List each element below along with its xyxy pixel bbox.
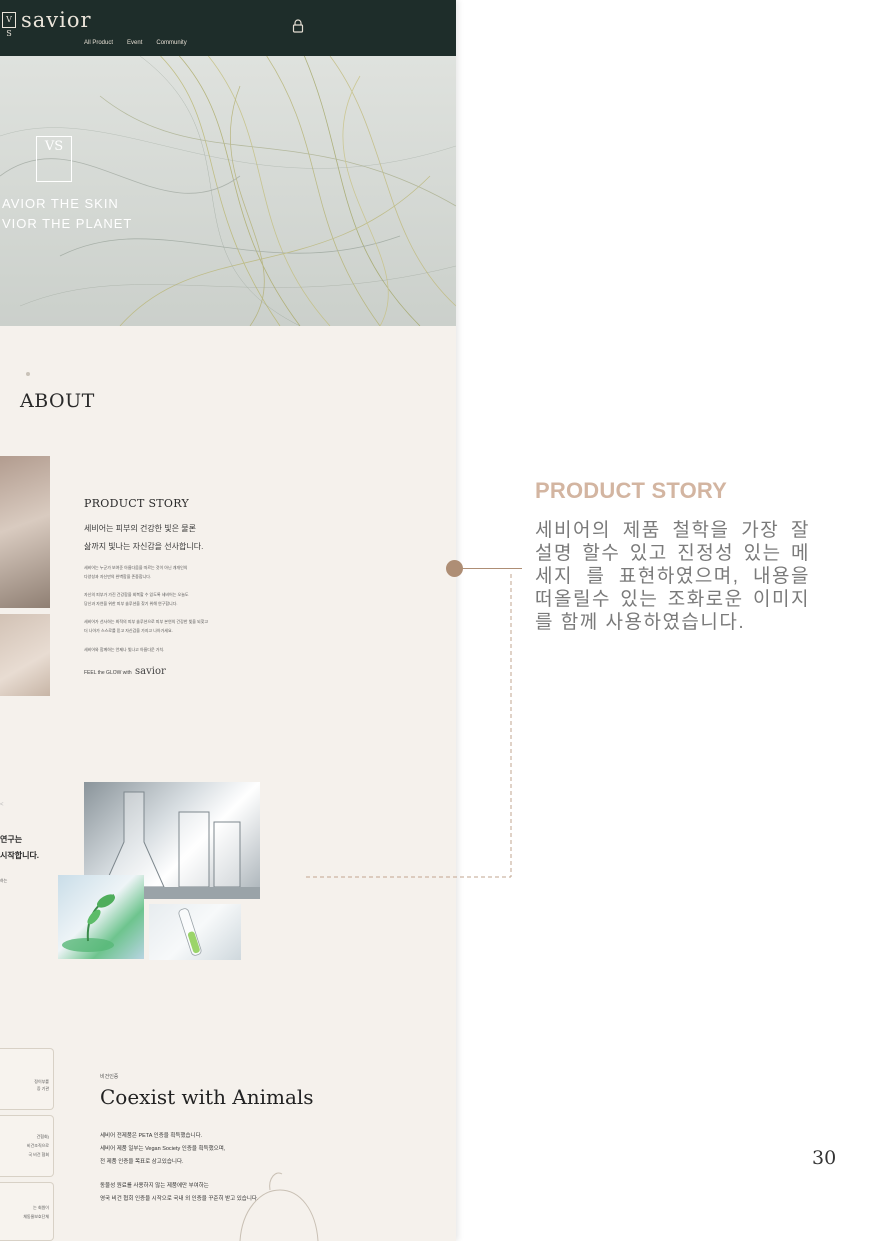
callout-line bbox=[462, 568, 522, 569]
coexist-heading: Coexist with Animals bbox=[100, 1085, 314, 1109]
product-story-text: 세비어가 선사하는 최적의 피부 솔루션으로 피부 본연의 건강한 빛을 되찾고 bbox=[84, 619, 209, 624]
test-tube-illustration bbox=[178, 908, 202, 956]
cert-card-text: 국 비건 협회 bbox=[28, 1152, 49, 1157]
brand-logo[interactable]: V S savior bbox=[2, 8, 92, 38]
lab-text: 하는 bbox=[0, 878, 8, 883]
product-story-lead-2: 삶까지 빛나는 자신감을 선사합니다. bbox=[84, 542, 204, 551]
product-story-text: 당신과 자연을 위한 피부 솔루션을 찾기 위해 연구합니다. bbox=[84, 601, 178, 606]
nav-item-all-product[interactable]: All Product bbox=[84, 40, 113, 46]
brand-name: savior bbox=[21, 8, 92, 32]
feel-text: FEEL the GLOW with bbox=[84, 670, 132, 676]
lab-leaf-photo bbox=[58, 875, 144, 959]
cert-card-text: 비건조직으로 bbox=[26, 1143, 49, 1148]
product-story-heading: PRODUCT STORY bbox=[84, 497, 190, 510]
hero-banner: VS AVIOR THE SKIN VIOR THE PLANET bbox=[0, 56, 456, 326]
lab-heading-2: 시작합니다. bbox=[0, 851, 40, 860]
hero-logo-icon: VS bbox=[36, 136, 72, 182]
lab-heading-1: 연구는 bbox=[0, 835, 23, 844]
hero-tagline-1: AVIOR THE SKIN bbox=[2, 196, 119, 211]
site-header: V S savior All Product Event Community bbox=[0, 0, 456, 56]
nav-item-event[interactable]: Event bbox=[127, 40, 142, 46]
cert-card-text: 건협회) bbox=[36, 1134, 49, 1139]
hero-tagline-2: VIOR THE PLANET bbox=[2, 216, 133, 231]
lab-test-tube-photo bbox=[149, 904, 241, 960]
animal-line-art bbox=[239, 1172, 319, 1241]
annotation-body: 세비어의 제품 철학을 가장 잘 설명 할수 있고 진정성 있는 메세지 를 표… bbox=[535, 520, 810, 633]
section-dot bbox=[26, 372, 30, 376]
product-story-lead-1: 세비어는 피부의 건강한 빛은 물론 bbox=[84, 524, 196, 533]
page-number: 30 bbox=[812, 1147, 837, 1169]
lab-section-mark: < bbox=[0, 802, 4, 808]
cert-card-text: 증 기관 bbox=[36, 1086, 49, 1091]
callout-dot bbox=[446, 560, 463, 577]
cert-card-text: 체동물보호단체 bbox=[23, 1214, 49, 1219]
lock-icon[interactable] bbox=[292, 19, 304, 33]
product-story-text: 더 나아가 스스로를 믿고 자신감을 가지고 나아가세요. bbox=[84, 628, 173, 633]
cert-card-3[interactable]: 는 회원이 체동물보호단체 bbox=[0, 1182, 54, 1241]
callout-connector bbox=[306, 574, 512, 878]
hand-texture-photo bbox=[0, 456, 50, 608]
cert-card-2[interactable]: 건협회) 비건조직으로 국 비건 협회 bbox=[0, 1115, 54, 1177]
feel-the-glow: FEEL the GLOW with savior bbox=[84, 666, 166, 677]
vegan-text: 동물성 원료를 사용하지 않는 제품에만 부여하는 bbox=[100, 1183, 209, 1189]
about-heading: ABOUT bbox=[20, 390, 95, 412]
product-story-text: 세비어와 함께하는 언제나 빛나고 아름다운 가치. bbox=[84, 647, 165, 652]
product-story-text: 세비어는 누군가 보여준 아름다움을 따르는 것이 아닌 개개인의 bbox=[84, 565, 188, 570]
vegan-text: 세비어 전제품은 PETA 인증을 획득했습니다. bbox=[100, 1133, 203, 1139]
feel-logo: savior bbox=[135, 666, 166, 677]
cert-card-text: 는 회원이 bbox=[33, 1205, 49, 1210]
nav-item-community[interactable]: Community bbox=[156, 40, 186, 46]
hand-cream-photo bbox=[0, 614, 50, 696]
site-nav: All Product Event Community bbox=[84, 40, 187, 46]
hero-fabric-image bbox=[0, 56, 456, 326]
product-story-text: 다양성과 자신만의 완벽함을 존중합니다. bbox=[84, 574, 152, 579]
vegan-label: 비건인증 bbox=[100, 1074, 119, 1080]
product-story-text: 자신의 피부가 가진 건강함을 회복할 수 있도록 세비어는 오늘도 bbox=[84, 592, 189, 597]
brand-mark-icon: V S bbox=[2, 12, 16, 38]
annotation-title: PRODUCT STORY bbox=[535, 478, 728, 503]
vegan-text: 전 제품 인증을 목표로 삼고있습니다. bbox=[100, 1159, 184, 1165]
vegan-text: 세비어 제품 일부는 Vegan Society 인증을 획득했으며, bbox=[100, 1146, 226, 1152]
leaf-illustration bbox=[62, 894, 116, 952]
cert-card-text: 정이부를 bbox=[34, 1079, 49, 1084]
cert-card-1[interactable]: 정이부를 증 기관 bbox=[0, 1048, 54, 1110]
